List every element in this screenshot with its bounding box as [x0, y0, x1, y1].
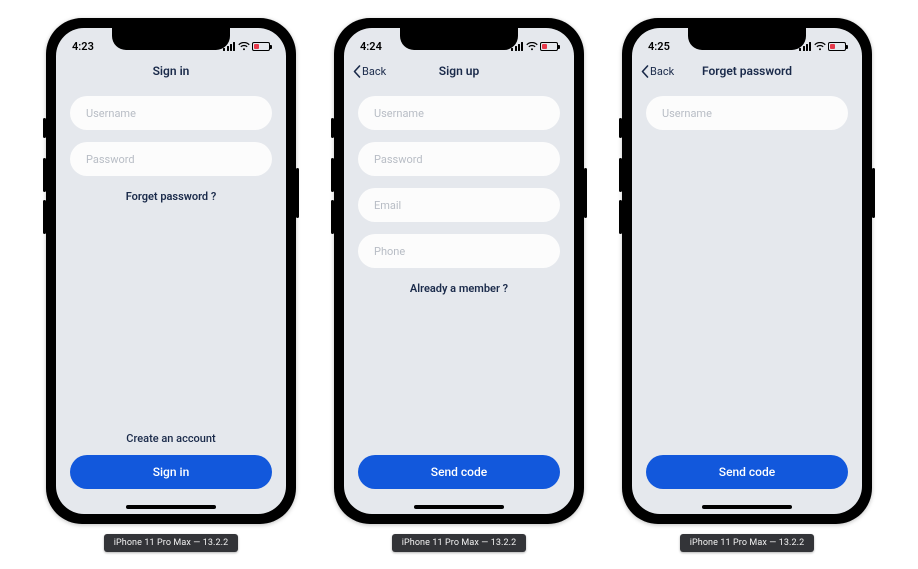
- device-caption: iPhone 11 Pro Max — 13.2.2: [680, 534, 815, 552]
- back-label: Back: [650, 65, 674, 78]
- home-indicator[interactable]: [126, 505, 216, 509]
- text-input[interactable]: Password: [70, 142, 272, 176]
- back-button[interactable]: Back: [640, 65, 674, 78]
- wifi-icon: [526, 42, 537, 51]
- status-time: 4:25: [648, 40, 670, 53]
- input-placeholder: Email: [374, 199, 401, 212]
- status-right: [799, 42, 846, 51]
- text-input[interactable]: Username: [646, 96, 848, 130]
- notch: [400, 28, 518, 50]
- primary-button[interactable]: Send code: [646, 455, 848, 489]
- helper-link[interactable]: Already a member ?: [358, 282, 560, 295]
- status-right: [511, 42, 558, 51]
- wifi-icon: [238, 42, 249, 51]
- screen: 4:23 Sign in Username Password Forget passwo…: [56, 28, 286, 514]
- device-caption: iPhone 11 Pro Max — 13.2.2: [392, 534, 527, 552]
- secondary-link[interactable]: Create an account: [70, 432, 272, 445]
- screen: 4:25 Back Forget password Username Send code: [632, 28, 862, 514]
- text-input[interactable]: Username: [70, 96, 272, 130]
- screen: 4:24 Back Sign up Username Password Email Phon…: [344, 28, 574, 514]
- text-input[interactable]: Username: [358, 96, 560, 130]
- input-placeholder: Username: [374, 107, 424, 120]
- home-indicator[interactable]: [414, 505, 504, 509]
- bottom-area: Send code: [632, 455, 862, 497]
- nav-bar: Sign in: [56, 58, 286, 84]
- content-area: Username Password Email Phone Already a memb…: [344, 84, 574, 455]
- page-title: Forget password: [702, 64, 792, 78]
- primary-button[interactable]: Sign in: [70, 455, 272, 489]
- back-button[interactable]: Back: [352, 65, 386, 78]
- page-title: Sign in: [153, 64, 190, 78]
- home-indicator[interactable]: [702, 505, 792, 509]
- battery-icon: [252, 42, 270, 51]
- battery-icon: [540, 42, 558, 51]
- input-placeholder: Password: [86, 153, 135, 166]
- page-title: Sign up: [439, 64, 479, 78]
- wifi-icon: [814, 42, 825, 51]
- nav-bar: Back Sign up: [344, 58, 574, 84]
- content-area: Username: [632, 84, 862, 455]
- battery-icon: [828, 42, 846, 51]
- phone-frame: 4:23 Sign in Username Password Forget passwo…: [46, 18, 296, 524]
- chevron-left-icon: [640, 65, 649, 78]
- status-time: 4:23: [72, 40, 94, 53]
- chevron-left-icon: [352, 65, 361, 78]
- input-placeholder: Username: [662, 107, 712, 120]
- input-placeholder: Password: [374, 153, 423, 166]
- status-right: [223, 42, 270, 51]
- text-input[interactable]: Phone: [358, 234, 560, 268]
- text-input[interactable]: Password: [358, 142, 560, 176]
- device-caption: iPhone 11 Pro Max — 13.2.2: [104, 534, 239, 552]
- content-area: Username Password Forget password ?: [56, 84, 286, 432]
- text-input[interactable]: Email: [358, 188, 560, 222]
- notch: [688, 28, 806, 50]
- phone-frame: 4:25 Back Forget password Username Send code: [622, 18, 872, 524]
- helper-link[interactable]: Forget password ?: [70, 190, 272, 203]
- bottom-area: Create an account Sign in: [56, 432, 286, 497]
- back-label: Back: [362, 65, 386, 78]
- input-placeholder: Phone: [374, 245, 405, 258]
- phone-frame: 4:24 Back Sign up Username Password Email Phon…: [334, 18, 584, 524]
- bottom-area: Send code: [344, 455, 574, 497]
- primary-button[interactable]: Send code: [358, 455, 560, 489]
- notch: [112, 28, 230, 50]
- input-placeholder: Username: [86, 107, 136, 120]
- nav-bar: Back Forget password: [632, 58, 862, 84]
- status-time: 4:24: [360, 40, 382, 53]
